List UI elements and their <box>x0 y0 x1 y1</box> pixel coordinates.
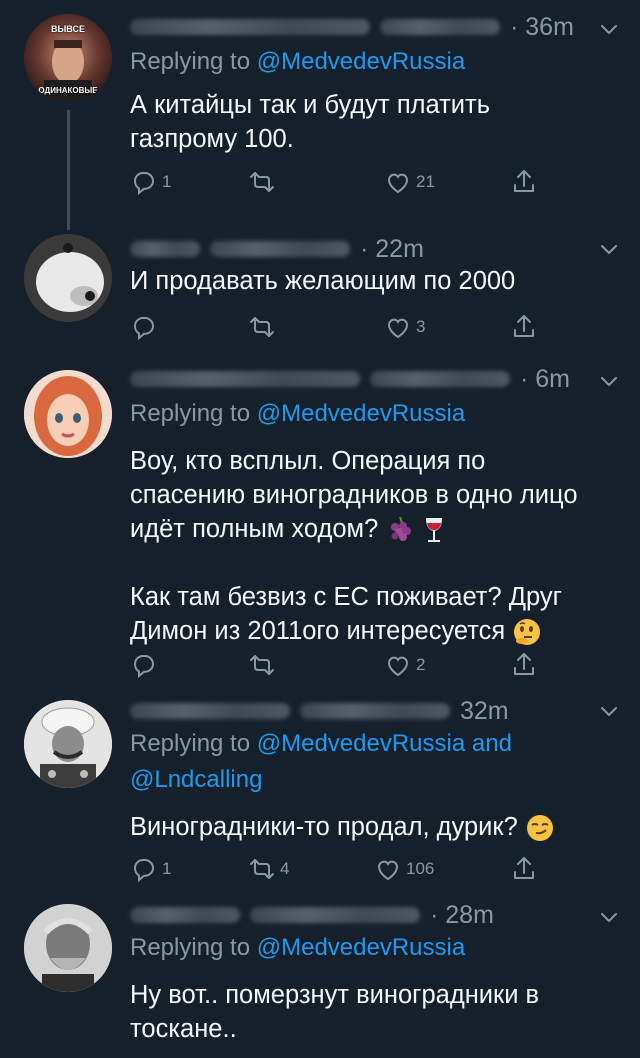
replying-to: Replying to @MedvedevRussia <box>130 400 466 427</box>
like-button[interactable]: 2 <box>384 648 425 682</box>
tweet[interactable]: · 22m И продавать желающим по 2000 3 <box>0 230 640 360</box>
tweet-actions: 3 <box>130 310 540 344</box>
blurred-handle <box>210 241 350 257</box>
tweet-time: · 28m <box>430 900 494 929</box>
like-icon <box>388 173 408 193</box>
blurred-handle <box>370 371 510 387</box>
chevron-down-icon[interactable] <box>598 18 620 40</box>
reply-icon <box>134 172 154 194</box>
tweet-time: · 36m <box>510 12 574 41</box>
like-button[interactable]: 106 <box>374 852 434 886</box>
tweet-header: 32m <box>130 694 590 728</box>
blurred-display-name <box>130 907 240 923</box>
reply-button[interactable]: 1 <box>130 165 171 199</box>
blurred-display-name <box>130 19 370 35</box>
avatar-caption-bottom: ОДИНАКОВЫЕ <box>38 86 98 95</box>
reply-button[interactable]: 1 <box>130 852 171 886</box>
tweet-header: · 28m <box>130 898 590 932</box>
blurred-handle <box>300 703 450 719</box>
replying-to: Replying to @MedvedevRussia and <box>130 730 512 757</box>
share-icon <box>514 653 534 675</box>
tweet[interactable]: · 6m Replying to @MedvedevRussia Воу, кт… <box>0 362 640 690</box>
blurred-handle <box>250 907 420 923</box>
avatar-caption-top: ВЫВСЕ <box>51 24 85 34</box>
reply-icon <box>134 317 154 339</box>
avatar[interactable] <box>24 700 112 788</box>
blurred-display-name <box>130 371 360 387</box>
share-button[interactable] <box>510 165 538 199</box>
like-button[interactable]: 21 <box>384 165 435 199</box>
tweet-header: · 6m <box>130 362 590 396</box>
mention-link[interactable]: @MedvedevRussia <box>257 48 465 75</box>
blurred-handle <box>380 19 500 35</box>
tweet-header: · 22m <box>130 232 590 266</box>
tweet-text: Ну вот.. померзнут виноградники в тоскан… <box>130 981 540 1043</box>
share-icon <box>514 857 534 879</box>
share-icon <box>514 315 534 337</box>
retweet-button[interactable] <box>248 310 276 344</box>
retweet-button[interactable]: 4 <box>248 852 289 886</box>
blurred-display-name <box>130 703 290 719</box>
grapes-emoji <box>391 516 412 542</box>
tweet-header: · 36m <box>130 10 590 44</box>
thinking-face-emoji <box>514 619 541 646</box>
smirking-face-emoji <box>526 815 553 842</box>
like-button[interactable]: 3 <box>384 310 425 344</box>
mention-link[interactable]: @MedvedevRussia <box>257 730 465 757</box>
chevron-down-icon[interactable] <box>598 700 620 722</box>
tweet-actions: 2 <box>130 648 540 682</box>
reply-icon <box>134 655 154 677</box>
tweet-actions: 1 4 106 <box>130 852 540 886</box>
retweet-icon <box>250 859 274 879</box>
reply-button[interactable] <box>130 648 158 682</box>
retweet-icon <box>250 172 274 192</box>
thread-line <box>67 110 70 230</box>
replying-to-second: @Lndcalling <box>130 766 262 794</box>
tweet[interactable]: ВЫВСЕ ОДИНАКОВЫЕ · 36m Replying to @Medv… <box>0 0 640 230</box>
share-button[interactable] <box>510 310 538 344</box>
mention-link[interactable]: @MedvedevRussia <box>257 400 465 427</box>
chevron-down-icon[interactable] <box>598 238 620 260</box>
tweet-text: Виноградники-то продал, дурик? <box>130 810 600 844</box>
retweet-icon <box>250 317 274 337</box>
avatar[interactable] <box>24 370 112 458</box>
avatar[interactable] <box>24 234 112 322</box>
replying-to: Replying to @MedvedevRussia <box>130 934 466 961</box>
blurred-display-name <box>130 241 200 257</box>
chevron-down-icon[interactable] <box>598 370 620 392</box>
tweet-time: · 22m <box>360 234 424 263</box>
replying-to: Replying to @MedvedevRussia <box>130 48 466 75</box>
tweet-time: 32m <box>460 696 509 725</box>
tweet-text: Воу, кто всплыл. Операция по спасению ви… <box>130 444 600 648</box>
share-icon <box>514 170 534 192</box>
mention-link[interactable]: @MedvedevRussia <box>257 934 465 961</box>
tweet-actions: 1 21 <box>130 165 540 199</box>
avatar[interactable] <box>24 904 112 992</box>
share-button[interactable] <box>510 648 538 682</box>
tweet-text: А китайцы так и будут платить газпрому 1… <box>130 91 491 153</box>
retweet-button[interactable] <box>248 165 276 199</box>
retweet-icon <box>250 655 274 675</box>
mention-link[interactable]: @Lndcalling <box>130 766 262 793</box>
tweet[interactable]: 32m Replying to @MedvedevRussia and @Lnd… <box>0 692 640 898</box>
wine-glass-emoji <box>426 518 443 543</box>
share-button[interactable] <box>510 852 538 886</box>
like-icon <box>378 860 398 880</box>
tweet[interactable]: · 28m Replying to @MedvedevRussia Ну вот… <box>0 898 640 1058</box>
reply-icon <box>134 859 154 881</box>
like-icon <box>388 656 408 676</box>
reply-button[interactable] <box>130 310 158 344</box>
chevron-down-icon[interactable] <box>598 906 620 928</box>
like-icon <box>388 318 408 338</box>
tweet-time: · 6m <box>520 364 570 393</box>
retweet-button[interactable] <box>248 648 276 682</box>
tweet-text: И продавать желающим по 2000 <box>130 267 516 295</box>
avatar[interactable]: ВЫВСЕ ОДИНАКОВЫЕ <box>24 14 112 102</box>
